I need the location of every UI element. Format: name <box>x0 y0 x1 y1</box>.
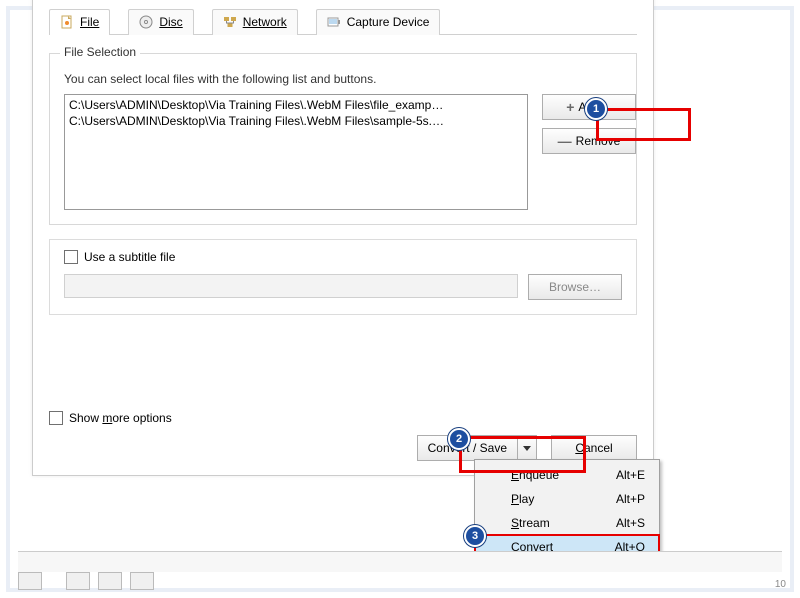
browse-button-label: Browse… <box>549 280 601 294</box>
use-subtitle-checkbox[interactable]: Use a subtitle file <box>64 250 622 264</box>
menu-accel: Alt+S <box>616 516 645 530</box>
annotation-badge: 1 <box>585 98 607 120</box>
convert-save-split-button[interactable]: Convert / Save <box>417 435 537 461</box>
player-progress-bar[interactable] <box>18 551 782 572</box>
file-selection-legend: File Selection <box>60 45 140 59</box>
convert-save-dropdown-toggle[interactable] <box>518 435 537 461</box>
menu-item-enqueue[interactable]: Enqueue Alt+E <box>475 463 659 487</box>
annotation-badge: 2 <box>448 428 470 450</box>
menu-item-play[interactable]: Play Alt+P <box>475 487 659 511</box>
plus-icon: + <box>566 102 574 112</box>
cancel-button[interactable]: Cancel <box>551 435 637 461</box>
tab-capture[interactable]: Capture Device <box>316 9 441 35</box>
show-more-options-label: Show more options <box>69 411 172 425</box>
list-item[interactable]: C:\Users\ADMIN\Desktop\Via Training File… <box>67 97 525 113</box>
tab-network[interactable]: Network <box>212 9 298 35</box>
toolbar-button[interactable] <box>130 572 154 590</box>
show-more-options-checkbox[interactable]: Show more options <box>49 411 172 425</box>
minus-icon: — <box>558 136 572 146</box>
tab-file-label: File <box>80 15 99 29</box>
page-number: 10 <box>775 579 786 590</box>
subtitle-path-input <box>64 274 518 298</box>
toolbar-button[interactable] <box>66 572 90 590</box>
remove-button[interactable]: — Remove <box>542 128 636 154</box>
disc-icon <box>139 15 153 29</box>
file-selection-hint: You can select local files with the foll… <box>64 72 622 86</box>
checkbox-icon <box>49 411 63 425</box>
cancel-button-label: Cancel <box>575 441 612 455</box>
tab-capture-label: Capture Device <box>347 15 430 29</box>
file-list[interactable]: C:\Users\ADMIN\Desktop\Via Training File… <box>64 94 528 210</box>
browse-button: Browse… <box>528 274 622 300</box>
list-item[interactable]: C:\Users\ADMIN\Desktop\Via Training File… <box>67 113 525 129</box>
menu-accel: Alt+E <box>616 468 645 482</box>
file-selection-group: File Selection You can select local file… <box>49 53 637 225</box>
file-icon <box>60 15 74 29</box>
network-icon <box>223 15 237 29</box>
tab-disc-label: Disc <box>159 15 182 29</box>
open-media-dialog: File Disc Network Capture Device <box>32 0 654 476</box>
annotation-badge: 3 <box>464 525 486 547</box>
tab-file[interactable]: File <box>49 9 110 35</box>
convert-save-menu: Enqueue Alt+E Play Alt+P Stream Alt+S Co… <box>474 459 660 563</box>
tab-bar: File Disc Network Capture Device <box>49 9 637 35</box>
capture-icon <box>327 15 341 29</box>
tab-network-label: Network <box>243 15 287 29</box>
toolbar-button[interactable] <box>98 572 122 590</box>
player-toolbar <box>18 572 154 590</box>
checkbox-icon <box>64 250 78 264</box>
menu-item-stream[interactable]: Stream Alt+S <box>475 511 659 535</box>
use-subtitle-label: Use a subtitle file <box>84 250 175 264</box>
chevron-down-icon <box>523 446 531 451</box>
toolbar-button[interactable] <box>18 572 42 590</box>
remove-button-label: Remove <box>576 134 621 148</box>
tab-disc[interactable]: Disc <box>128 9 193 35</box>
subtitle-group: Use a subtitle file Browse… <box>49 239 637 315</box>
menu-accel: Alt+P <box>616 492 645 506</box>
